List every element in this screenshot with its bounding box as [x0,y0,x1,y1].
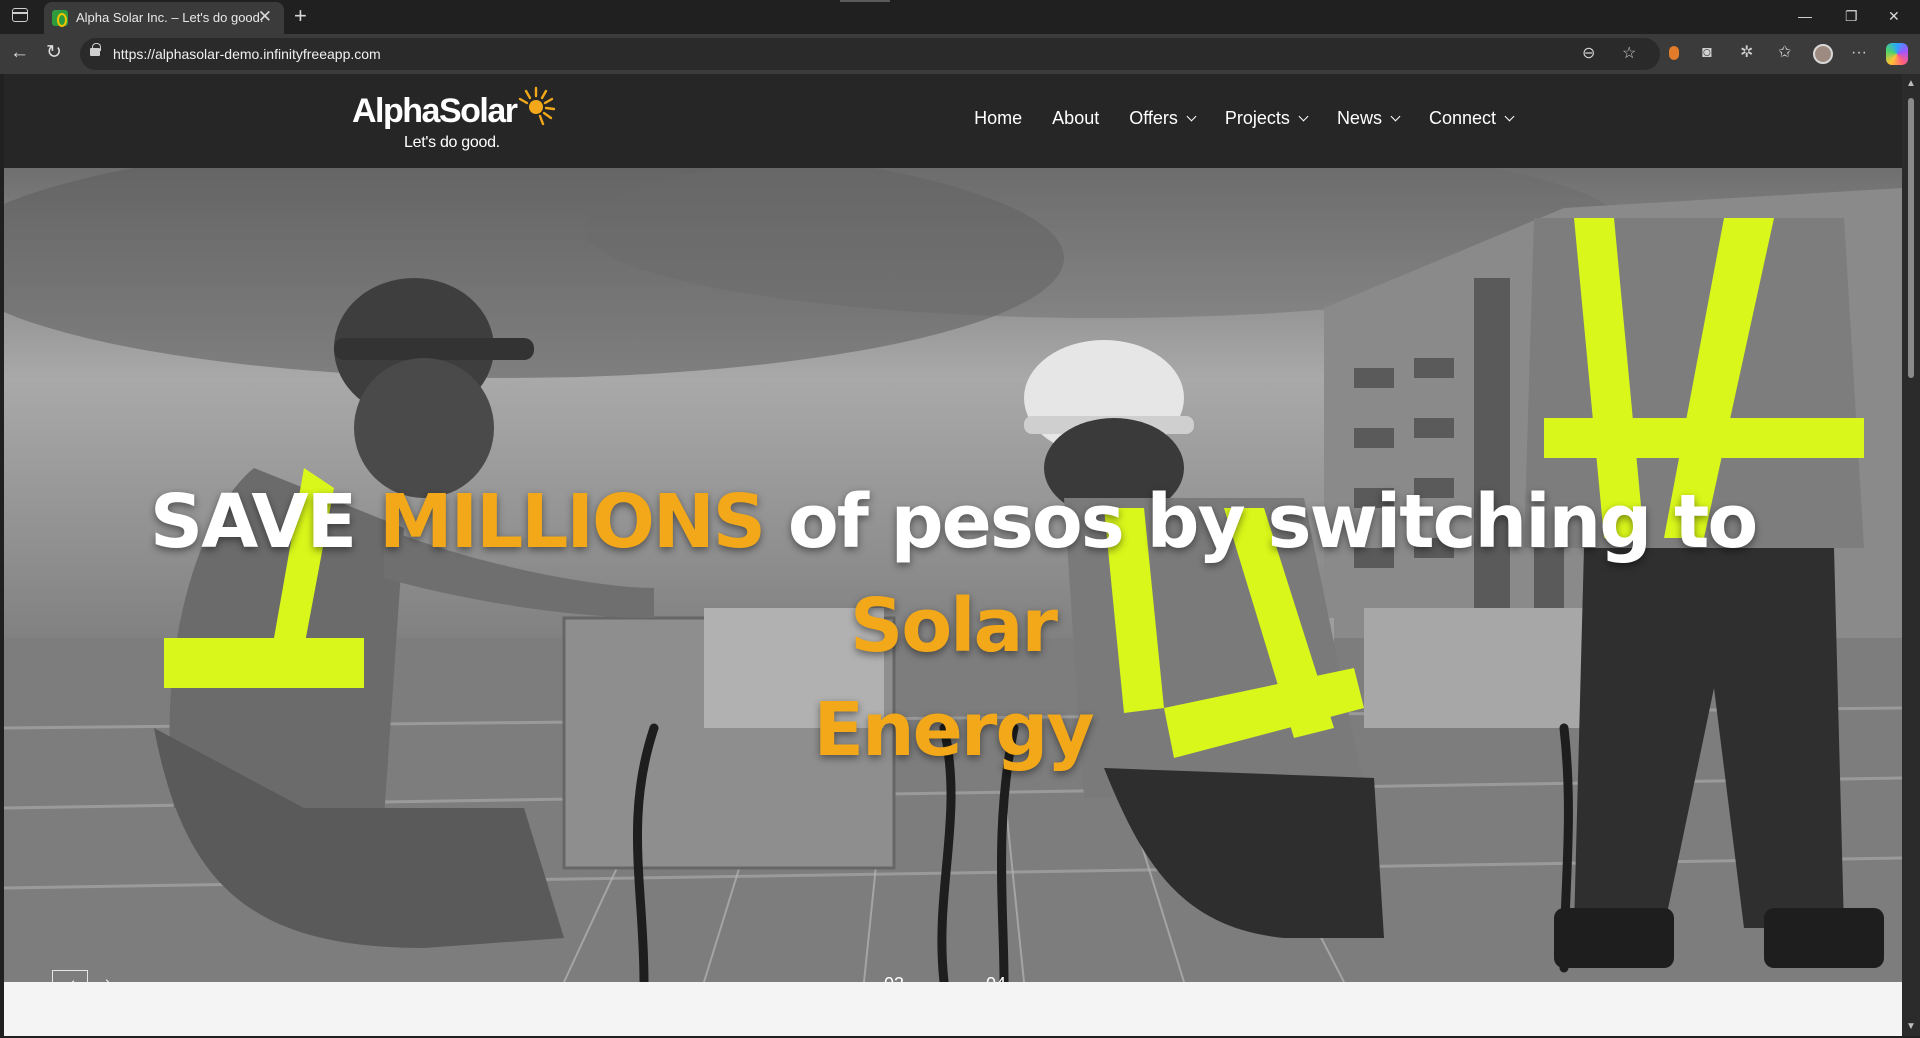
reader-mode-icon[interactable]: ⊖ [1582,44,1595,64]
favorites-icon[interactable]: ✩ [1778,43,1791,63]
tab-actions-icon[interactable] [12,8,28,22]
next-slide-number[interactable]: 04 [986,974,1006,982]
nav-connect[interactable]: Connect [1414,108,1528,129]
hero-slider: SAVE MILLIONS of pesos by switching to S… [4,168,1902,982]
browser-tab-bar: Alpha Solar Inc. – Let's do good. ✕ + — … [0,0,1920,34]
lock-icon[interactable] [90,43,101,56]
previous-slide-button[interactable] [52,970,88,982]
hero-headline: SAVE MILLIONS of pesos by switching to S… [44,470,1862,782]
window-drag-indicator [840,0,890,2]
url-text[interactable]: https://alphasolar-demo.infinityfreeapp.… [113,46,381,62]
current-slide-number[interactable]: 03 [884,974,904,982]
headline-solar: Solar [850,583,1058,669]
tab-title: Alpha Solar Inc. – Let's do good. [76,10,264,25]
next-slide-button[interactable] [94,970,130,982]
headline-millions: MILLIONS [378,479,766,565]
new-tab-icon[interactable]: + [294,3,307,29]
screenshot-icon[interactable]: ◙ [1702,43,1712,63]
scrollbar-thumb[interactable] [1908,98,1914,378]
minimize-icon[interactable]: — [1798,7,1812,25]
chevron-down-icon [1390,111,1401,121]
chevron-down-icon [1504,111,1515,121]
page-scrollbar[interactable]: ▲ ▼ [1902,74,1920,1036]
close-window-icon[interactable]: ✕ [1888,7,1900,25]
favorite-star-icon[interactable]: ☆ [1622,44,1636,64]
more-menu-icon[interactable]: ··· [1851,43,1867,63]
chevron-down-icon [1298,111,1309,121]
browser-toolbar: ← ↻ https://alphasolar-demo.infinityfree… [0,34,1920,74]
logo-tagline: Let's do good. [404,134,500,151]
site-header: AlphaSolar Let's do good. Home About Off… [4,74,1902,168]
nav-home[interactable]: Home [959,108,1037,129]
restore-icon[interactable]: ❐ [1845,7,1858,25]
nav-offers[interactable]: Offers [1114,108,1210,129]
extension-icon[interactable] [1669,46,1679,60]
page-viewport: AlphaSolar Let's do good. Home About Off… [4,74,1902,1036]
headline-middle: of pesos by switching to [787,479,1758,565]
profile-avatar[interactable] [1813,44,1833,64]
next-section-preview [4,982,1902,1036]
browser-tab[interactable]: Alpha Solar Inc. – Let's do good. ✕ [44,2,284,34]
site-favicon-icon [52,10,68,27]
nav-news[interactable]: News [1322,108,1414,129]
scroll-down-icon[interactable]: ▼ [1906,1021,1916,1032]
address-bar[interactable]: https://alphasolar-demo.infinityfreeapp.… [80,38,1660,70]
slide-pager: 03 04 [884,974,1006,982]
scroll-up-icon[interactable]: ▲ [1906,78,1916,89]
headline-save: SAVE [149,479,357,565]
extensions-puzzle-icon[interactable]: ✲ [1740,43,1753,63]
headline-energy: Energy [813,687,1094,773]
main-navigation: Home About Offers Projects News Connect [959,108,1528,129]
close-tab-icon[interactable]: ✕ [258,8,272,26]
copilot-icon[interactable] [1886,43,1908,65]
chevron-down-icon [1186,111,1197,121]
sun-icon [518,86,556,126]
logo-text: AlphaSolar [352,92,518,130]
nav-projects[interactable]: Projects [1210,108,1322,129]
nav-about[interactable]: About [1037,108,1114,129]
site-logo[interactable]: AlphaSolar Let's do good. [352,86,562,160]
reload-icon[interactable]: ↻ [46,43,62,63]
back-arrow-icon[interactable]: ← [10,43,29,63]
